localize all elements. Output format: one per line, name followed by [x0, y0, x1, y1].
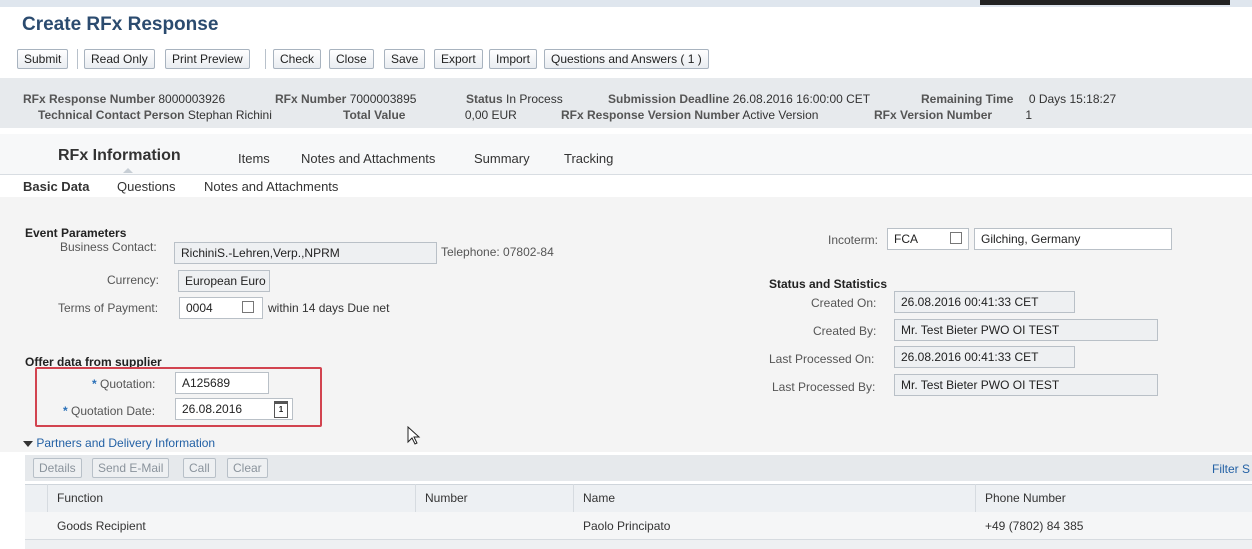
cell-name: Paolo Principato	[583, 519, 671, 533]
partners-table-header	[25, 484, 1252, 513]
column-header-phone-number[interactable]: Phone Number	[985, 491, 1066, 505]
header-technical-contact: Technical Contact Person Stephan Richini	[38, 108, 272, 122]
last-processed-by-label: Last Processed By:	[772, 380, 876, 394]
last-processed-by-field[interactable]: Mr. Test Bieter PWO OI TEST	[894, 374, 1158, 396]
tab-tracking[interactable]: Tracking	[564, 151, 613, 166]
created-by-label: Created By:	[813, 324, 877, 338]
main-tab-strip	[0, 134, 1252, 175]
window-top-dark-bar	[980, 0, 1230, 5]
incoterm-code: FCA	[894, 232, 918, 246]
column-header-name[interactable]: Name	[583, 491, 615, 505]
print-preview-button[interactable]: Print Preview	[165, 49, 250, 69]
column-header-function[interactable]: Function	[57, 491, 103, 505]
subtab-basic-data[interactable]: Basic Data	[23, 179, 89, 194]
quotation-date-input[interactable]: 26.08.2016 1	[175, 398, 293, 420]
header-remaining-time: Remaining Time 0 Days 15:18:27	[921, 92, 1117, 106]
send-email-button[interactable]: Send E-Mail	[92, 458, 170, 478]
created-by-field[interactable]: Mr. Test Bieter PWO OI TEST	[894, 319, 1158, 341]
header-total-value: Total Value 0,00 EUR	[343, 108, 517, 122]
required-marker: *	[63, 404, 68, 418]
filter-link[interactable]: Filter S	[1212, 462, 1250, 476]
header-rfx-number: RFx Number 7000003895	[275, 92, 417, 106]
calendar-icon[interactable]: 1	[274, 401, 288, 418]
telephone-text: Telephone: 07802-84	[441, 245, 554, 259]
tab-notes-and-attachments[interactable]: Notes and Attachments	[301, 151, 435, 166]
terms-of-payment-text: within 14 days Due net	[268, 301, 390, 315]
header-response-version: RFx Response Version Number Active Versi…	[561, 108, 819, 122]
tab-summary[interactable]: Summary	[474, 151, 530, 166]
event-parameters-heading: Event Parameters	[25, 226, 127, 240]
read-only-button[interactable]: Read Only	[84, 49, 155, 69]
quotation-label: * Quotation:	[92, 377, 156, 391]
toolbar-separator	[265, 49, 266, 69]
status-statistics-heading: Status and Statistics	[769, 277, 888, 291]
tab-items[interactable]: Items	[238, 151, 270, 166]
created-on-field[interactable]: 26.08.2016 00:41:33 CET	[894, 291, 1075, 313]
value-help-icon[interactable]	[242, 301, 254, 313]
submit-button[interactable]: Submit	[17, 49, 69, 69]
last-processed-on-label: Last Processed On:	[769, 352, 875, 366]
business-contact-field[interactable]: RichiniS.-Lehren,Verp.,NPRM	[174, 242, 437, 264]
header-status: Status In Process	[466, 92, 563, 106]
terms-of-payment-label: Terms of Payment:	[58, 301, 159, 315]
business-contact-label: Business Contact:	[60, 240, 157, 254]
mouse-cursor-icon	[407, 426, 421, 445]
header-response-number: RFx Response Number 8000003926	[23, 92, 226, 106]
incoterm-field[interactable]: FCA	[887, 228, 969, 250]
created-on-label: Created On:	[811, 296, 877, 310]
active-tab-indicator	[123, 168, 133, 173]
partners-toggle[interactable]: Partners and Delivery Information	[23, 436, 215, 450]
cell-phone-number: +49 (7802) 84 385	[985, 519, 1084, 533]
call-button[interactable]: Call	[183, 458, 216, 478]
save-button[interactable]: Save	[384, 49, 426, 69]
quotation-date-value: 26.08.2016	[182, 402, 243, 416]
header-submission-deadline: Submission Deadline 26.08.2016 16:00:00 …	[608, 92, 871, 106]
toolbar-separator	[77, 49, 78, 69]
tab-rfx-information[interactable]: RFx Information	[58, 147, 181, 165]
last-processed-on-field[interactable]: 26.08.2016 00:41:33 CET	[894, 346, 1075, 368]
questions-and-answers-button[interactable]: Questions and Answers ( 1 )	[544, 49, 709, 69]
currency-field[interactable]: European Euro	[178, 270, 270, 292]
currency-label: Currency:	[107, 273, 160, 287]
incoterm-location-field[interactable]: Gilching, Germany	[974, 228, 1172, 250]
header-rfx-version: RFx Version Number 1	[874, 108, 1033, 122]
terms-of-payment-code: 0004	[186, 301, 213, 315]
close-button[interactable]: Close	[329, 49, 374, 69]
column-header-number[interactable]: Number	[425, 491, 468, 505]
cell-function: Goods Recipient	[57, 519, 146, 533]
subtab-notes-and-attachments[interactable]: Notes and Attachments	[204, 179, 338, 194]
subtab-questions[interactable]: Questions	[117, 179, 176, 194]
table-next-row	[25, 540, 1252, 549]
quotation-input[interactable]: A125689	[175, 372, 269, 394]
export-button[interactable]: Export	[434, 49, 483, 69]
quotation-date-label: * Quotation Date:	[63, 404, 156, 418]
import-button[interactable]: Import	[489, 49, 538, 69]
page-title: Create RFx Response	[22, 14, 219, 35]
terms-of-payment-field[interactable]: 0004	[179, 297, 263, 319]
incoterm-label: Incoterm:	[828, 233, 879, 247]
expand-triangle-icon	[23, 440, 33, 447]
details-button[interactable]: Details	[33, 458, 82, 478]
required-marker: *	[92, 377, 97, 391]
value-help-icon[interactable]	[950, 232, 962, 244]
clear-button[interactable]: Clear	[227, 458, 268, 478]
check-button[interactable]: Check	[273, 49, 322, 69]
